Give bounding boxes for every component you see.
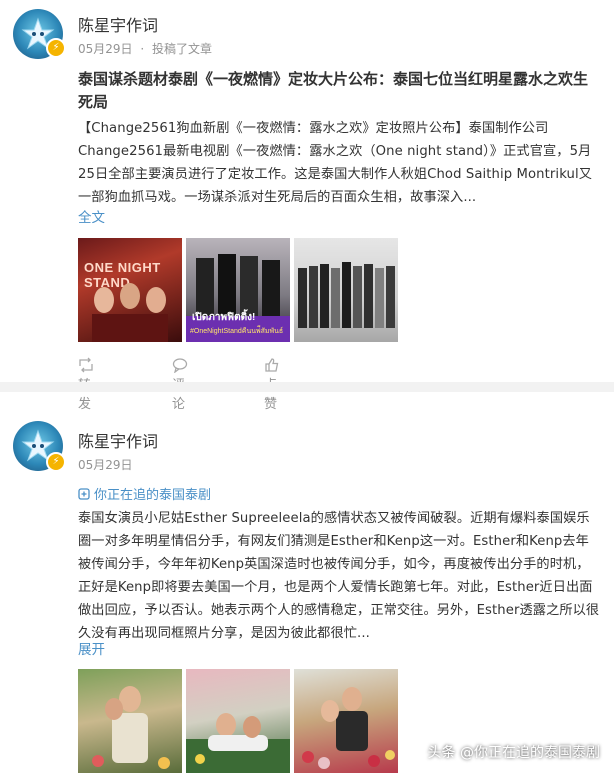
post-date: 05月29日 <box>78 458 133 472</box>
post-meta: 05月29日 · 投稿了文章 <box>78 42 213 56</box>
feed-post: ⚡ 陈星宇作词 05月29日 · 投稿了文章 泰国谋杀题材泰剧《一夜燃情》定妆大… <box>0 0 614 412</box>
thumbs-up-icon <box>265 358 279 372</box>
author-name[interactable]: 陈星宇作词 <box>78 12 158 36</box>
post-image[interactable] <box>78 669 182 773</box>
post-meta: 05月29日 <box>78 456 137 473</box>
post-image[interactable]: ONE NIGHT STAND <box>78 238 182 342</box>
post-separator <box>0 382 614 392</box>
expand-link[interactable]: 展开 <box>78 638 105 658</box>
post-image[interactable] <box>294 669 398 773</box>
post-image[interactable]: เปิดภาพฟิตติ้ง! #OneNightStandคืนนพ่ีสัม… <box>186 238 290 342</box>
article-title[interactable]: 泰国谋杀题材泰剧《一夜燃情》定妆大片公布：泰国七位当红明星露水之欢生死局 <box>78 68 598 114</box>
post-action: 投稿了文章 <box>152 42 213 56</box>
image-hashtag: #OneNightStandคืนนพ่ีสัมพันธ์ <box>190 328 284 335</box>
expand-full-link[interactable]: 全文 <box>78 206 105 226</box>
source-watermark: 头条 @你正在追的泰国泰剧 <box>427 745 600 761</box>
post-body: 【Change2561狗血新剧《一夜燃情：露水之欢》定妆照片公布】泰国制作公司C… <box>78 121 593 205</box>
verified-badge-icon: ⚡ <box>46 452 66 472</box>
repost-icon <box>79 357 93 373</box>
image-caption: เปิดภาพฟิตติ้ง! <box>192 312 256 323</box>
post-body: 泰国女演员小尼姑Esther Supreeleela的感情状态又被传闻破裂。近期… <box>78 511 600 641</box>
topic-icon <box>78 488 90 500</box>
comment-icon <box>172 358 188 374</box>
feed-post: ⚡ 陈星宇作词 05月29日 你正在追的泰国泰剧 泰国女演员小尼姑Esther … <box>0 392 614 774</box>
post-image[interactable] <box>294 238 398 342</box>
post-date: 05月29日 <box>78 42 133 56</box>
topic-link[interactable]: 你正在追的泰国泰剧 <box>78 484 211 503</box>
post-image[interactable] <box>186 669 290 773</box>
verified-badge-icon: ⚡ <box>46 38 66 58</box>
author-name[interactable]: 陈星宇作词 <box>78 428 158 452</box>
